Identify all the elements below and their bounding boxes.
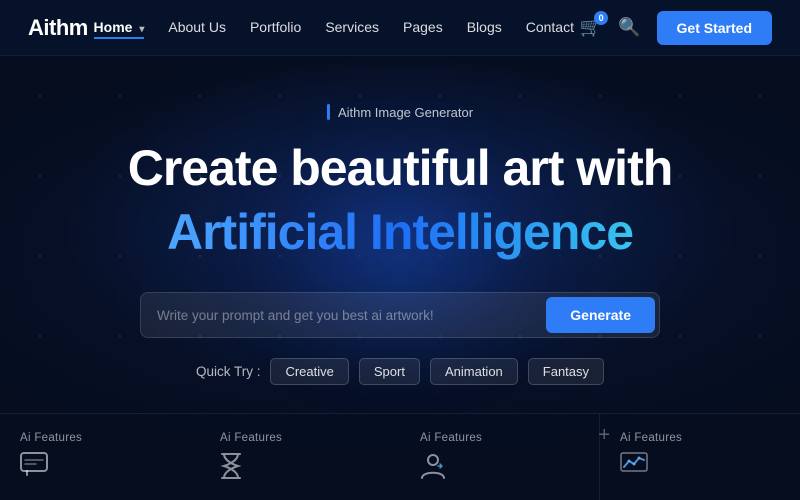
feature-card-wrapper-4: Ai Features <box>600 414 800 500</box>
hero-title-line2: Artificial Intelligence <box>167 202 633 262</box>
hero-search-bar: Generate <box>140 292 660 338</box>
chat-icon <box>20 452 48 484</box>
chart-icon <box>620 452 648 482</box>
feature-label-4: Ai Features <box>620 432 682 444</box>
generate-button[interactable]: Generate <box>546 297 655 333</box>
get-started-button[interactable]: Get Started <box>657 11 772 45</box>
feature-card-wrapper-2: Ai Features <box>200 414 400 500</box>
feature-card-4: Ai Features <box>600 414 800 496</box>
quick-try-row: Quick Try : Creative Sport Animation Fan… <box>196 358 604 385</box>
features-row: Ai Features Ai Features <box>0 413 800 500</box>
nav-item-contact[interactable]: Contact <box>526 19 574 37</box>
hourglass-icon <box>220 452 242 486</box>
hero-badge: Aithm Image Generator <box>327 104 473 120</box>
feature-card-3: Ai Features <box>400 414 600 500</box>
nav-item-blogs[interactable]: Blogs <box>467 19 502 37</box>
feature-label-1: Ai Features <box>20 432 82 444</box>
hero-content: Aithm Image Generator Create beautiful a… <box>128 104 673 385</box>
feature-card-wrapper-3: Ai Features + <box>400 414 600 500</box>
quick-tag-animation[interactable]: Animation <box>430 358 518 385</box>
nav-item-home[interactable]: Home ▾ <box>94 19 145 37</box>
hero-title-line1: Create beautiful art with <box>128 140 673 196</box>
nav-links: Home ▾ About Us Portfolio Services Pages… <box>94 19 574 37</box>
brand-logo[interactable]: Aithm <box>28 15 88 41</box>
feature-card-2: Ai Features <box>200 414 400 500</box>
quick-tag-fantasy[interactable]: Fantasy <box>528 358 604 385</box>
nav-item-pages[interactable]: Pages <box>403 19 443 37</box>
nav-right: 🛒 0 🔍 Get Started <box>580 11 772 45</box>
prompt-input[interactable] <box>157 300 546 331</box>
chevron-down-icon: ▾ <box>139 24 144 35</box>
cart-button[interactable]: 🛒 0 <box>580 17 602 38</box>
feature-label-2: Ai Features <box>220 432 282 444</box>
quick-try-label: Quick Try : <box>196 364 261 379</box>
search-button[interactable]: 🔍 <box>618 17 640 38</box>
person-icon <box>420 452 446 486</box>
hero-section: Aithm Image Generator Create beautiful a… <box>0 56 800 500</box>
quick-tag-sport[interactable]: Sport <box>359 358 420 385</box>
nav-item-about[interactable]: About Us <box>168 19 226 37</box>
navbar: Aithm Home ▾ About Us Portfolio Services… <box>0 0 800 56</box>
badge-bar <box>327 104 330 120</box>
nav-item-portfolio[interactable]: Portfolio <box>250 19 301 37</box>
cart-badge: 0 <box>594 11 608 25</box>
feature-card-1: Ai Features <box>0 414 200 498</box>
quick-tag-creative[interactable]: Creative <box>270 358 348 385</box>
plus-icon: + <box>598 424 610 447</box>
feature-label-3: Ai Features <box>420 432 482 444</box>
nav-item-services[interactable]: Services <box>325 19 379 37</box>
feature-card-wrapper-1: Ai Features <box>0 414 200 500</box>
